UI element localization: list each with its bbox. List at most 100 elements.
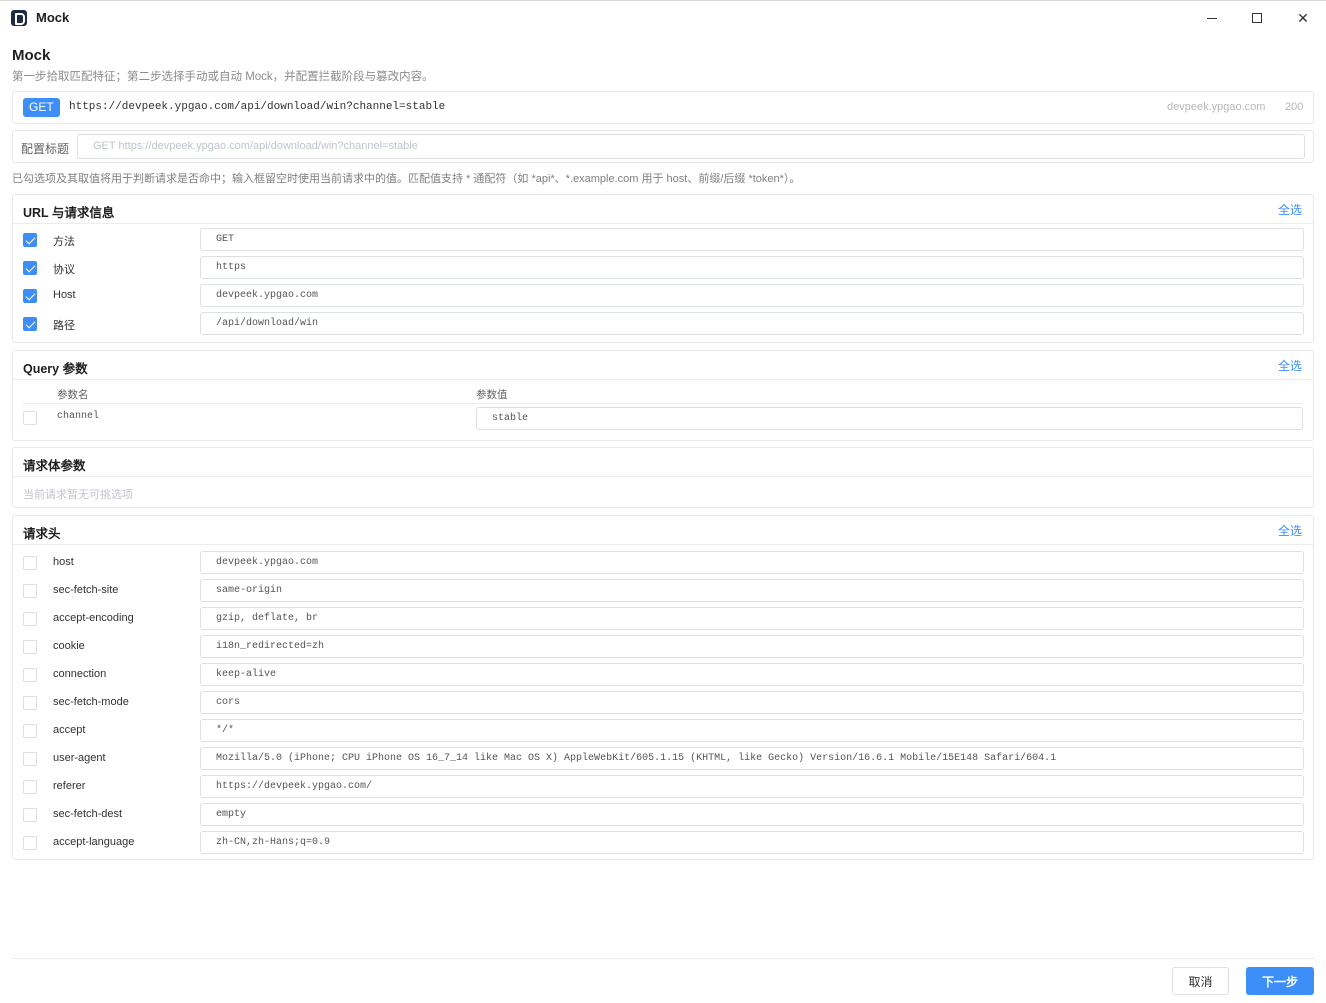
header-row: referer https://devpeek.ypgao.com/ bbox=[13, 773, 1313, 801]
header-row-label: sec-fetch-dest bbox=[53, 808, 123, 820]
header-row-label: cookie bbox=[53, 640, 85, 652]
window-title: Mock bbox=[36, 10, 70, 25]
query-col-name-header: 参数名 bbox=[57, 389, 89, 401]
header-row-checkbox[interactable] bbox=[23, 696, 37, 710]
config-title-input[interactable]: GET https://devpeek.ypgao.com/api/downlo… bbox=[77, 134, 1305, 159]
headers-section-title: 请求头 bbox=[23, 527, 61, 541]
header-row-checkbox[interactable] bbox=[23, 668, 37, 682]
query-section: Query 参数 全选 参数名 参数值 channel stable bbox=[12, 350, 1314, 441]
header-row-checkbox[interactable] bbox=[23, 640, 37, 654]
config-title-label: 配置标题 bbox=[21, 142, 70, 156]
match-hint: 已勾选项及其取值将用于判断请求是否命中；输入框留空时使用当前请求中的值。匹配值支… bbox=[12, 173, 801, 185]
url-row-label: Host bbox=[53, 289, 76, 301]
minimize-button[interactable] bbox=[1201, 7, 1223, 29]
header-row-input[interactable]: Mozilla/5.0 (iPhone; CPU iPhone OS 16_7_… bbox=[200, 747, 1304, 770]
header-row-input[interactable]: same-origin bbox=[200, 579, 1304, 602]
url-row-label: 方法 bbox=[53, 236, 75, 248]
request-url: https://devpeek.ypgao.com/api/download/w… bbox=[69, 101, 446, 113]
request-host: devpeek.ypgao.com bbox=[1167, 101, 1266, 113]
header-row-checkbox[interactable] bbox=[23, 780, 37, 794]
header-row-label: accept bbox=[53, 724, 86, 736]
header-row-checkbox[interactable] bbox=[23, 752, 37, 766]
header-row-input[interactable]: https://devpeek.ypgao.com/ bbox=[200, 775, 1304, 798]
app-logo-icon bbox=[11, 10, 27, 26]
header-row: sec-fetch-site same-origin bbox=[13, 577, 1313, 605]
header-row-input[interactable]: devpeek.ypgao.com bbox=[200, 551, 1304, 574]
header-row-checkbox[interactable] bbox=[23, 724, 37, 738]
header-row-input[interactable]: keep-alive bbox=[200, 663, 1304, 686]
header-row: accept-encoding gzip, deflate, br bbox=[13, 605, 1313, 633]
header-row: sec-fetch-mode cors bbox=[13, 689, 1313, 717]
header-row: connection keep-alive bbox=[13, 661, 1313, 689]
body-section-header: 请求体参数 bbox=[13, 448, 1313, 477]
url-select-all-link[interactable]: 全选 bbox=[1278, 201, 1302, 218]
url-section-header: URL 与请求信息 全选 bbox=[13, 195, 1313, 224]
header-row-label: accept-encoding bbox=[53, 612, 134, 624]
header-row: host devpeek.ypgao.com bbox=[13, 549, 1313, 577]
header-row: cookie i18n_redirected=zh bbox=[13, 633, 1313, 661]
query-col-value-header: 参数值 bbox=[476, 389, 508, 401]
config-title-row: 配置标题 GET https://devpeek.ypgao.com/api/d… bbox=[12, 130, 1314, 163]
url-row-checkbox[interactable] bbox=[23, 261, 37, 275]
url-section: URL 与请求信息 全选 方法 GET 协议 https Host devpee… bbox=[12, 194, 1314, 343]
method-badge: GET bbox=[23, 98, 60, 117]
header-row: accept-language zh-CN,zh-Hans;q=0.9 bbox=[13, 829, 1313, 857]
url-row-checkbox[interactable] bbox=[23, 289, 37, 303]
header-row-label: sec-fetch-site bbox=[53, 584, 119, 596]
header-row: sec-fetch-dest empty bbox=[13, 801, 1313, 829]
header-row-label: accept-language bbox=[53, 836, 135, 848]
header-row-label: connection bbox=[53, 668, 107, 680]
header-row-label: host bbox=[53, 556, 74, 568]
header-row-input[interactable]: empty bbox=[200, 803, 1304, 826]
url-row: Host devpeek.ypgao.com bbox=[13, 282, 1313, 310]
url-row: 方法 GET bbox=[13, 226, 1313, 254]
next-step-button[interactable]: 下一步 bbox=[1246, 967, 1314, 995]
footer-divider bbox=[12, 958, 1314, 959]
header-row-input[interactable]: */* bbox=[200, 719, 1304, 742]
url-row-input[interactable]: GET bbox=[200, 228, 1304, 251]
url-row-checkbox[interactable] bbox=[23, 233, 37, 247]
headers-select-all-link[interactable]: 全选 bbox=[1278, 522, 1302, 539]
query-select-all-link[interactable]: 全选 bbox=[1278, 357, 1302, 374]
url-row-label: 路径 bbox=[53, 320, 75, 332]
url-section-title: URL 与请求信息 bbox=[23, 206, 115, 220]
header-row-label: user-agent bbox=[53, 752, 106, 764]
maximize-button[interactable] bbox=[1246, 7, 1268, 29]
url-row: 协议 https bbox=[13, 254, 1313, 282]
header-row-checkbox[interactable] bbox=[23, 584, 37, 598]
query-param-value-input[interactable]: stable bbox=[476, 407, 1303, 430]
header-row: accept */* bbox=[13, 717, 1313, 745]
header-row-input[interactable]: i18n_redirected=zh bbox=[200, 635, 1304, 658]
header-row-checkbox[interactable] bbox=[23, 808, 37, 822]
close-icon: ✕ bbox=[1297, 9, 1309, 26]
url-row-input[interactable]: /api/download/win bbox=[200, 312, 1304, 335]
header-row-checkbox[interactable] bbox=[23, 836, 37, 850]
header-row-label: referer bbox=[53, 780, 86, 792]
body-empty-note: 当前请求暂无可挑选项 bbox=[23, 489, 133, 501]
body-section-title: 请求体参数 bbox=[23, 459, 86, 473]
header-row-input[interactable]: cors bbox=[200, 691, 1304, 714]
headers-section: 请求头 全选 host devpeek.ypgao.com sec-fetch-… bbox=[12, 515, 1314, 860]
url-row-label: 协议 bbox=[53, 264, 75, 276]
body-section: 请求体参数 当前请求暂无可挑选项 bbox=[12, 447, 1314, 508]
header-row-input[interactable]: zh-CN,zh-Hans;q=0.9 bbox=[200, 831, 1304, 854]
header-row-checkbox[interactable] bbox=[23, 612, 37, 626]
header-row-label: sec-fetch-mode bbox=[53, 696, 129, 708]
header-row: user-agent Mozilla/5.0 (iPhone; CPU iPho… bbox=[13, 745, 1313, 773]
request-summary: GET https://devpeek.ypgao.com/api/downlo… bbox=[12, 91, 1314, 124]
close-button[interactable]: ✕ bbox=[1292, 7, 1314, 29]
cancel-button[interactable]: 取消 bbox=[1172, 967, 1229, 995]
request-status: 200 bbox=[1285, 101, 1304, 113]
title-bar: Mock ✕ bbox=[0, 0, 1326, 34]
header-row-checkbox[interactable] bbox=[23, 556, 37, 570]
url-row-checkbox[interactable] bbox=[23, 317, 37, 331]
query-row-checkbox[interactable] bbox=[23, 411, 37, 425]
url-row-input[interactable]: https bbox=[200, 256, 1304, 279]
header-row-input[interactable]: gzip, deflate, br bbox=[200, 607, 1304, 630]
url-row-input[interactable]: devpeek.ypgao.com bbox=[200, 284, 1304, 307]
maximize-icon bbox=[1252, 13, 1262, 23]
query-section-header: Query 参数 全选 bbox=[13, 351, 1313, 380]
page-subtitle: 第一步拾取匹配特征；第二步选择手动或自动 Mock，并配置拦截阶段与篡改内容。 bbox=[12, 71, 434, 83]
query-header-divider bbox=[23, 403, 1303, 404]
minimize-icon bbox=[1207, 17, 1217, 19]
